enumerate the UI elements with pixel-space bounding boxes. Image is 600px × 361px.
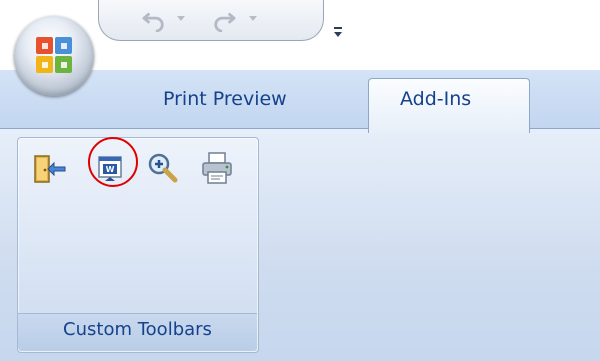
exit-door-icon[interactable] xyxy=(32,150,66,188)
tab-add-ins-label[interactable]: Add-Ins xyxy=(400,88,471,110)
redo-icon[interactable] xyxy=(209,8,239,32)
office-button[interactable] xyxy=(14,16,94,96)
office-logo-icon xyxy=(36,37,72,73)
customize-qat-icon[interactable] xyxy=(333,26,343,38)
group-label: Custom Toolbars xyxy=(63,319,212,340)
print-icon[interactable] xyxy=(200,150,234,188)
undo-icon[interactable] xyxy=(139,8,169,32)
undo-dropdown-icon[interactable] xyxy=(177,16,185,21)
tab-print-preview[interactable]: Print Preview xyxy=(163,88,287,110)
zoom-icon[interactable] xyxy=(145,150,179,188)
highlight-circle xyxy=(88,137,138,187)
redo-dropdown-icon[interactable] xyxy=(249,16,257,21)
quick-access-toolbar xyxy=(98,0,324,41)
